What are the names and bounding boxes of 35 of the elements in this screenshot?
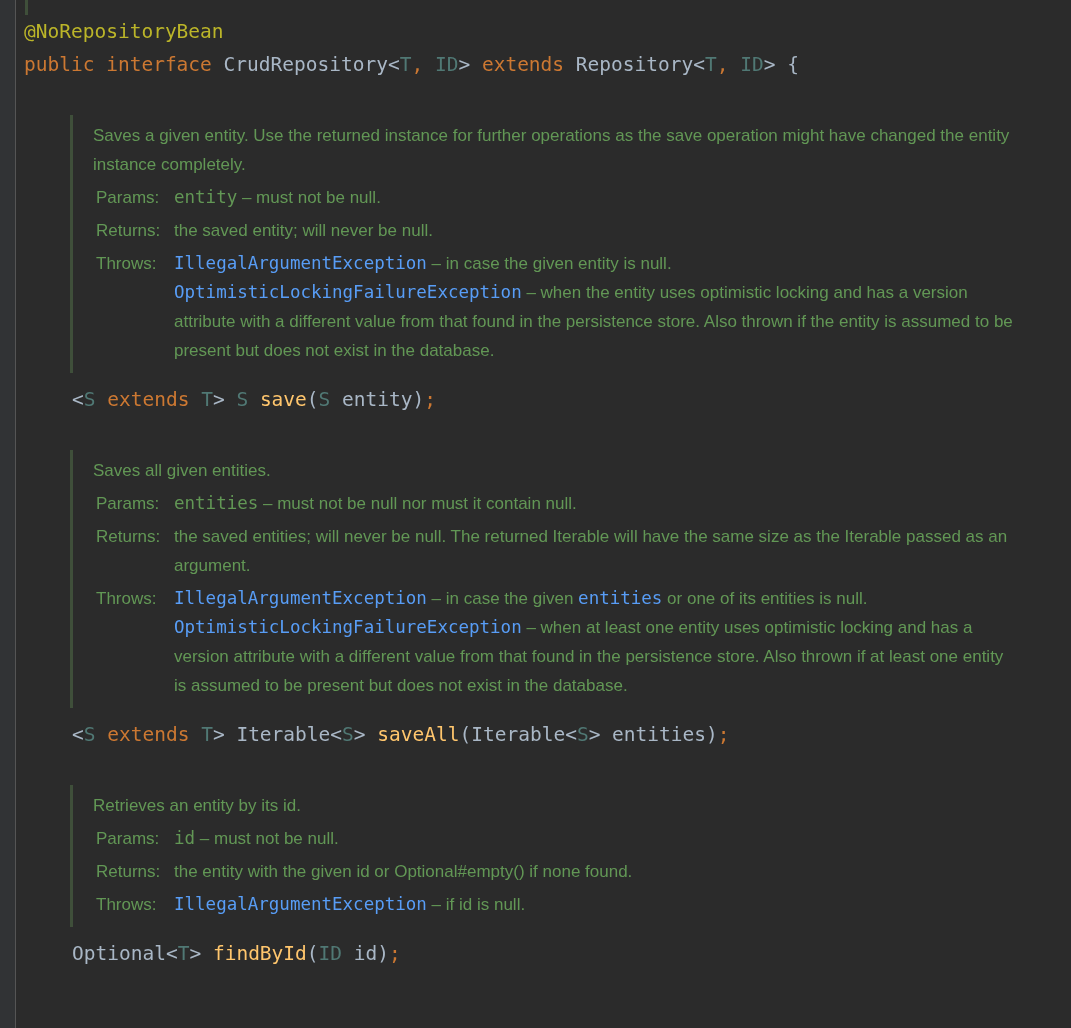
doc-tag-label: Returns: (95, 220, 162, 242)
doc-tag-label: Params: (95, 187, 161, 209)
doc-link[interactable]: OptimisticLockingFailureException (174, 617, 522, 637)
code-line: <S extends T> Iterable<S> saveAll(Iterable<S> entities); (72, 722, 731, 748)
doc-description: Saves a given entity. Use the returned instance for further operations as the save operation might have changed the entity instance completely. (93, 125, 1011, 176)
doc-border (25, 0, 28, 15)
doc-tag-text: entities – must not be null nor must it contain null. (174, 492, 578, 515)
doc-link[interactable]: IllegalArgumentException (174, 253, 427, 273)
doc-tag-label: Throws: (95, 894, 158, 916)
doc-tag-label: Returns: (95, 526, 162, 548)
doc-tag-text: the saved entity; will never be null. (174, 220, 434, 242)
doc-tag-text: IllegalArgumentException – in case the given entity is null. (174, 252, 673, 275)
annotation-line: @NoRepositoryBean (24, 19, 225, 45)
doc-tag-label: Throws: (95, 253, 158, 275)
doc-tag-text: the entity with the given id or Optional#empty() if none found. (174, 861, 634, 883)
doc-tag-text: OptimisticLockingFailureException – when at least one entity uses optimistic locking and has a version attribute with a different value from that found in the persistence store. Also thrown if at least one entity is assumed to be present but does not exist in the database. (174, 616, 1005, 697)
code-line: public interface CrudRepository<T, ID> extends Repository<T, ID> { (24, 52, 800, 78)
doc-link[interactable]: IllegalArgumentException (174, 894, 427, 914)
doc-tag-text: id – must not be null. (174, 827, 340, 850)
doc-link[interactable]: IllegalArgumentException (174, 588, 427, 608)
doc-tag-text: the saved entities; will never be null. The returned Iterable will have the same size as the Iterable passed as an argument. (174, 526, 1009, 577)
doc-link[interactable]: entities (578, 588, 663, 608)
doc-tag-label: Returns: (95, 861, 162, 883)
doc-tag-text: IllegalArgumentException – in case the given entities or one of its entities is null. (174, 587, 869, 610)
doc-link[interactable]: OptimisticLockingFailureException (174, 282, 522, 302)
doc-tag-text: entity – must not be null. (174, 186, 382, 209)
doc-tag-label: Params: (95, 828, 161, 850)
doc-description: Saves all given entities. (93, 460, 272, 482)
doc-tag-label: Params: (95, 493, 161, 515)
code-line: Optional<T> findById(ID id); (72, 941, 402, 967)
code-line: <S extends T> S save(S entity); (72, 387, 437, 413)
doc-tag-label: Throws: (95, 588, 158, 610)
doc-tag-text: OptimisticLockingFailureException – when the entity uses optimistic locking and has a version attribute with a different value from that found in the persistence store. Also thrown if the entity is assumed to be present but does not exist in the database. (174, 281, 1013, 362)
doc-description: Retrieves an entity by its id. (93, 795, 302, 817)
doc-tag-text: IllegalArgumentException – if id is null. (174, 893, 527, 916)
